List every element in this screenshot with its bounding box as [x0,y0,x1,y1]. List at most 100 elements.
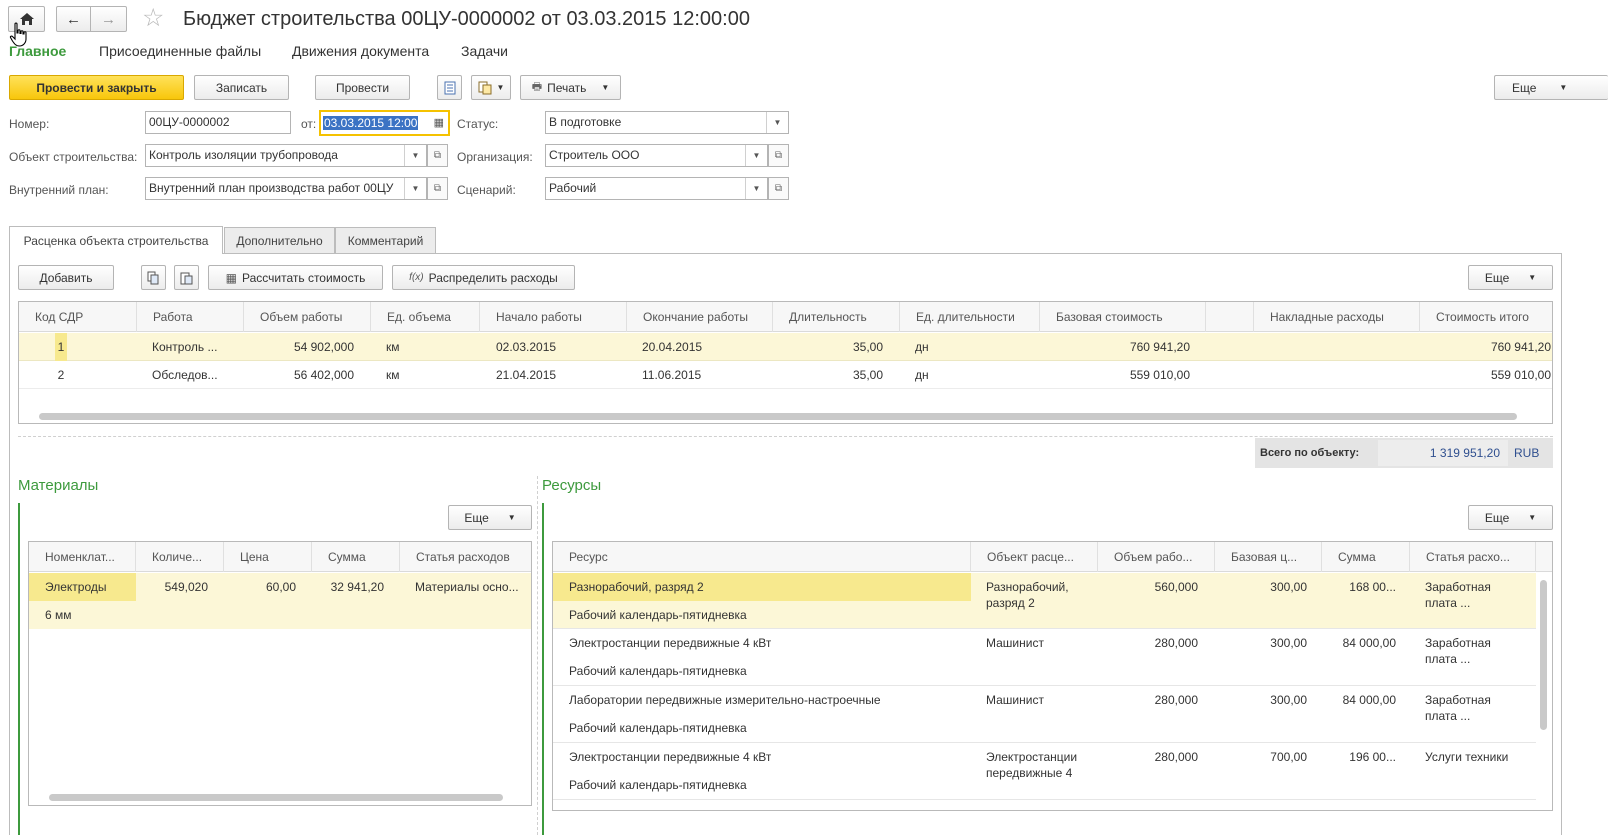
open-icon: ⧉ [774,150,783,161]
table-row[interactable]: Электроды 6 мм 549,020 60,00 32 941,20 М… [29,573,531,629]
table-row[interactable]: Электростанции передвижные 4 кВт Рабочий… [553,629,1536,686]
pricing-h-scrollbar[interactable] [39,413,1517,420]
more-button[interactable]: Еще ▼ [1494,75,1608,100]
material-article: Материалы осно... [415,580,519,594]
open-plan-button[interactable]: ⧉ [427,177,448,200]
col-work[interactable]: Работа [137,302,244,332]
open-org-button[interactable]: ⧉ [768,144,789,167]
nav-tab-tasks[interactable]: Задачи [461,43,508,59]
panel-splitter[interactable] [537,476,538,835]
tab-additional[interactable]: Дополнительно [224,227,335,254]
object-field[interactable]: Контроль изоляции трубопровода ▼ [145,144,427,167]
report-icon [444,81,455,94]
tab-pricing[interactable]: Расценка объекта строительства [9,226,223,254]
col-work-volume[interactable]: Объем рабо... [1098,542,1215,572]
table-row[interactable]: 2 Обследов... 56 402,000 км 21.04.2015 1… [19,361,1552,389]
chevron-down-icon[interactable]: ▼ [404,145,426,166]
material-sub: 6 мм [45,608,72,622]
table-row[interactable]: Электростанции передвижные 4 кВт Рабочий… [553,743,1536,800]
row1-unit: км [386,340,400,354]
calculator-icon: ▦ [225,270,237,285]
col-duration-unit[interactable]: Ед. длительности [900,302,1040,332]
org-value: Строитель ООО [549,148,640,162]
calculate-cost-button[interactable]: ▦ Рассчитать стоимость [208,265,383,290]
print-button[interactable]: 🖶 Печать ▼ [520,75,621,100]
col-price[interactable]: Цена [224,542,312,572]
open-icon: ⧉ [433,150,442,161]
post-and-close-button[interactable]: Провести и закрыть [9,75,184,100]
report-button[interactable] [437,75,462,100]
materials-table[interactable]: Номенклат... Количе... Цена Сумма Статья… [28,541,532,806]
plan-field[interactable]: Внутренний план производства работ 00ЦУ … [145,177,427,200]
col-quantity[interactable]: Количе... [136,542,224,572]
col-pricing-object[interactable]: Объект расце... [971,542,1098,572]
nav-tab-movements[interactable]: Движения документа [292,43,429,59]
tab-comment[interactable]: Комментарий [335,227,436,254]
favorite-star-icon[interactable]: ☆ [142,4,164,32]
col-code[interactable]: Код СДР [19,302,137,332]
res4-object-line2: передвижные 4 [986,766,1073,780]
date-value: 03.03.2015 12:00 [323,116,419,130]
pricing-table[interactable]: Код СДР Работа Объем работы Ед. объема Н… [18,301,1553,424]
chevron-down-icon[interactable]: ▼ [404,178,426,199]
row1-total: 760 941,20 [1490,340,1551,354]
forward-button[interactable]: → [90,6,127,32]
col-start[interactable]: Начало работы [480,302,627,332]
col-nomenclature[interactable]: Номенклат... [29,542,136,572]
col-volume[interactable]: Объем работы [244,302,371,332]
table-row[interactable]: Разнорабочий, разряд 2 Рабочий календарь… [553,573,1536,629]
org-field[interactable]: Строитель ООО ▼ [545,144,768,167]
row2-unit: км [386,368,400,382]
res2-calendar: Рабочий календарь-пятидневка [569,664,747,678]
resources-table[interactable]: Ресурс Объект расце... Объем рабо... Баз… [552,541,1553,811]
col-end[interactable]: Окончание работы [627,302,773,332]
hand-cursor-icon [9,22,27,47]
date-label: от: [301,117,317,131]
col-resource[interactable]: Ресурс [553,542,971,572]
back-button[interactable]: ← [56,6,91,32]
col-unit[interactable]: Ед. объема [371,302,480,332]
pricing-more-button[interactable]: Еще ▼ [1468,265,1553,290]
chevron-down-icon[interactable]: ▼ [745,178,767,199]
pricing-table-header: Код СДР Работа Объем работы Ед. объема Н… [19,302,1552,332]
materials-h-scrollbar[interactable] [49,794,503,801]
resources-v-scrollbar[interactable] [1540,580,1547,730]
date-field[interactable]: 03.03.2015 12:00 ▦ [319,110,450,136]
status-field[interactable]: В подготовке ▼ [545,111,789,134]
save-button[interactable]: Записать [194,75,289,100]
open-scenario-button[interactable]: ⧉ [768,177,789,200]
total-currency: RUB [1514,446,1540,460]
col-duration[interactable]: Длительность [773,302,900,332]
chevron-down-icon[interactable]: ▼ [766,112,788,133]
calendar-icon[interactable]: ▦ [434,113,444,133]
col-empty[interactable] [1206,302,1254,332]
number-field[interactable]: 00ЦУ-0000002 [145,111,291,134]
col-article[interactable]: Статья расходов [400,542,531,572]
table-row[interactable]: Лаборатории передвижные измерительно-нас… [553,686,1536,743]
create-based-on-button[interactable]: ▼ [471,75,511,100]
copy-button[interactable] [141,265,166,290]
nav-tab-files[interactable]: Присоединенные файлы [99,43,261,59]
col-sum[interactable]: Сумма [312,542,400,572]
post-button[interactable]: Провести [315,75,410,100]
materials-table-header: Номенклат... Количе... Цена Сумма Статья… [29,542,531,572]
open-object-button[interactable]: ⧉ [427,144,448,167]
materials-more-button[interactable]: Еще ▼ [448,505,532,530]
col-res-article[interactable]: Статья расхо... [1410,542,1536,572]
distribute-costs-button[interactable]: f(x) Распределить расходы [392,265,575,290]
res1-sum: 168 00... [1349,580,1396,594]
col-base-cost[interactable]: Базовая стоимость [1040,302,1206,332]
scenario-field[interactable]: Рабочий ▼ [545,177,768,200]
col-overhead[interactable]: Накладные расходы [1254,302,1420,332]
res3-sum: 84 000,00 [1342,693,1396,707]
chevron-down-icon[interactable]: ▼ [745,145,767,166]
col-res-sum[interactable]: Сумма [1322,542,1410,572]
res2-sum: 84 000,00 [1342,636,1396,650]
add-button[interactable]: Добавить [18,265,114,290]
col-total[interactable]: Стоимость итого [1420,302,1552,332]
paste-button[interactable] [174,265,199,290]
material-price: 60,00 [265,580,296,594]
table-row[interactable]: 1 Контроль ... 54 902,000 км 02.03.2015 … [19,333,1552,361]
col-base-price[interactable]: Базовая ц... [1215,542,1322,572]
resources-more-button[interactable]: Еще ▼ [1468,505,1553,530]
